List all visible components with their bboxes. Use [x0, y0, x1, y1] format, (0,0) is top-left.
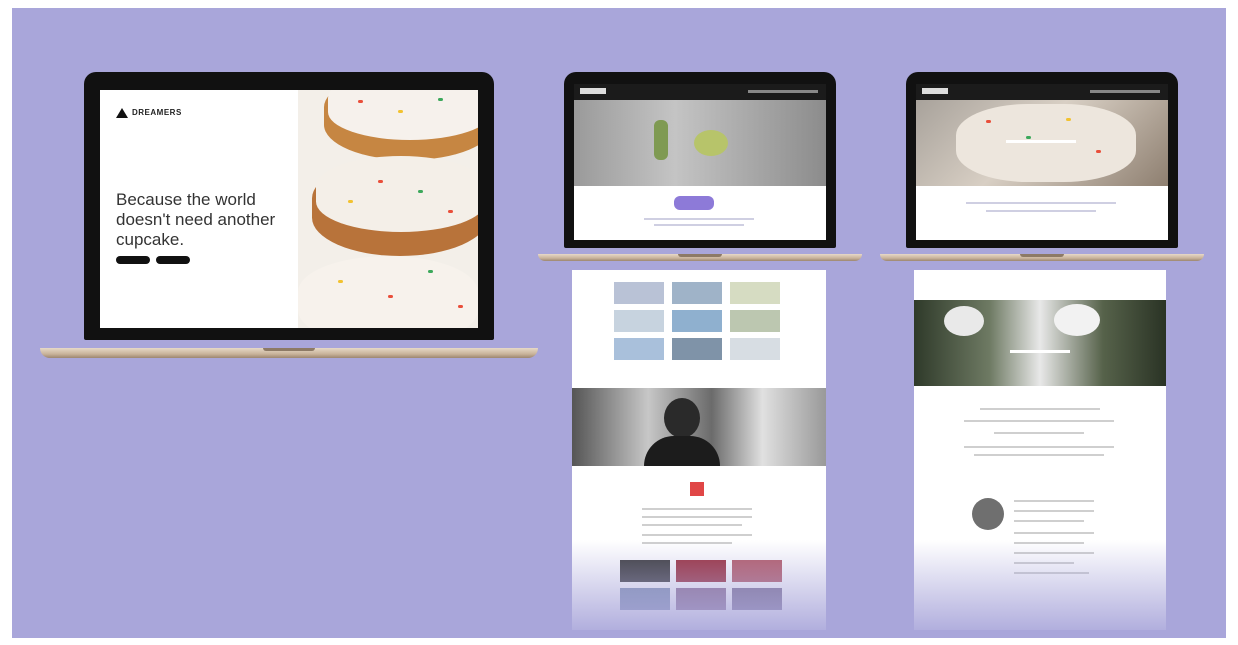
text-line	[994, 432, 1084, 434]
cake-photo	[916, 100, 1168, 186]
gallery-thumb[interactable]	[730, 282, 780, 304]
gallery-thumb[interactable]	[614, 338, 664, 360]
sprinkle	[358, 100, 363, 103]
laptop-screen	[916, 84, 1168, 240]
laptop-notch	[1020, 254, 1064, 257]
cake-frosting	[956, 104, 1136, 182]
hero-button-primary[interactable]	[116, 256, 150, 264]
nav-links[interactable]	[748, 90, 818, 93]
flower-stem	[654, 120, 668, 160]
text-line	[1014, 532, 1094, 534]
laptop-base	[538, 254, 862, 261]
text-line	[1014, 510, 1094, 512]
donut-frosting	[316, 156, 478, 232]
gallery-thumb[interactable]	[614, 310, 664, 332]
full-page-preview-gallery	[572, 270, 826, 630]
text-line	[654, 224, 744, 226]
brand-logo: DREAMERS	[132, 108, 182, 117]
page-fade	[572, 540, 826, 630]
sprinkle	[1066, 118, 1071, 121]
donut-photo	[298, 90, 478, 328]
text-line	[642, 524, 742, 526]
flower-photo	[914, 300, 1166, 386]
site-logo	[922, 88, 948, 94]
sprinkle	[438, 98, 443, 101]
flower-bloom	[944, 306, 984, 336]
text-line	[974, 454, 1104, 456]
hero-caption-line	[1006, 140, 1076, 143]
script-logo	[674, 196, 714, 210]
text-line	[964, 420, 1114, 422]
text-line	[644, 218, 754, 220]
text-line	[642, 508, 752, 510]
gallery-thumb[interactable]	[730, 310, 780, 332]
laptop-screen	[574, 84, 826, 240]
flower-photo	[574, 100, 826, 186]
portrait-body	[644, 436, 720, 466]
gallery-thumb[interactable]	[672, 282, 722, 304]
gallery-thumb[interactable]	[672, 338, 722, 360]
text-line	[1014, 500, 1094, 502]
hero-button-secondary[interactable]	[156, 256, 190, 264]
flower-bloom	[1054, 304, 1100, 336]
sprinkle	[448, 210, 453, 213]
red-badge-icon	[690, 482, 704, 496]
gallery-thumb[interactable]	[672, 310, 722, 332]
hero-caption-line	[1010, 350, 1070, 353]
sprinkle	[986, 120, 991, 123]
sprinkle	[338, 280, 343, 283]
laptop-base	[880, 254, 1204, 261]
sprinkle	[398, 110, 403, 113]
gallery-thumb[interactable]	[730, 338, 780, 360]
site-logo	[580, 88, 606, 94]
flower-bloom	[694, 130, 728, 156]
laptop-notch	[678, 254, 722, 257]
text-line	[966, 202, 1116, 204]
laptop-base	[40, 348, 538, 358]
text-line	[980, 408, 1100, 410]
sprinkle	[418, 190, 423, 193]
sprinkle	[458, 305, 463, 308]
logo-mark-icon	[116, 108, 128, 118]
page-fade	[914, 540, 1166, 630]
text-line	[642, 534, 752, 536]
hero-headline: Because the world doesn't need another c…	[116, 190, 276, 249]
avatar	[972, 498, 1004, 530]
donut-frosting	[298, 256, 478, 328]
text-line	[986, 210, 1096, 212]
portrait-photo	[572, 388, 826, 466]
nav-links[interactable]	[1090, 90, 1160, 93]
sprinkle	[378, 180, 383, 183]
site-navbar	[916, 84, 1168, 100]
sprinkle	[1096, 150, 1101, 153]
text-line	[964, 446, 1114, 448]
gallery-thumb[interactable]	[614, 282, 664, 304]
text-line	[1014, 520, 1084, 522]
sprinkle	[1026, 136, 1031, 139]
site-navbar	[574, 84, 826, 100]
portrait-head	[664, 398, 700, 438]
laptop-notch	[263, 348, 315, 351]
full-page-preview-about	[914, 270, 1166, 630]
laptop-screen: DREAMERS Because the world doesn't need …	[100, 90, 478, 328]
text-line	[642, 516, 752, 518]
sprinkle	[348, 200, 353, 203]
sprinkle	[428, 270, 433, 273]
sprinkle	[388, 295, 393, 298]
